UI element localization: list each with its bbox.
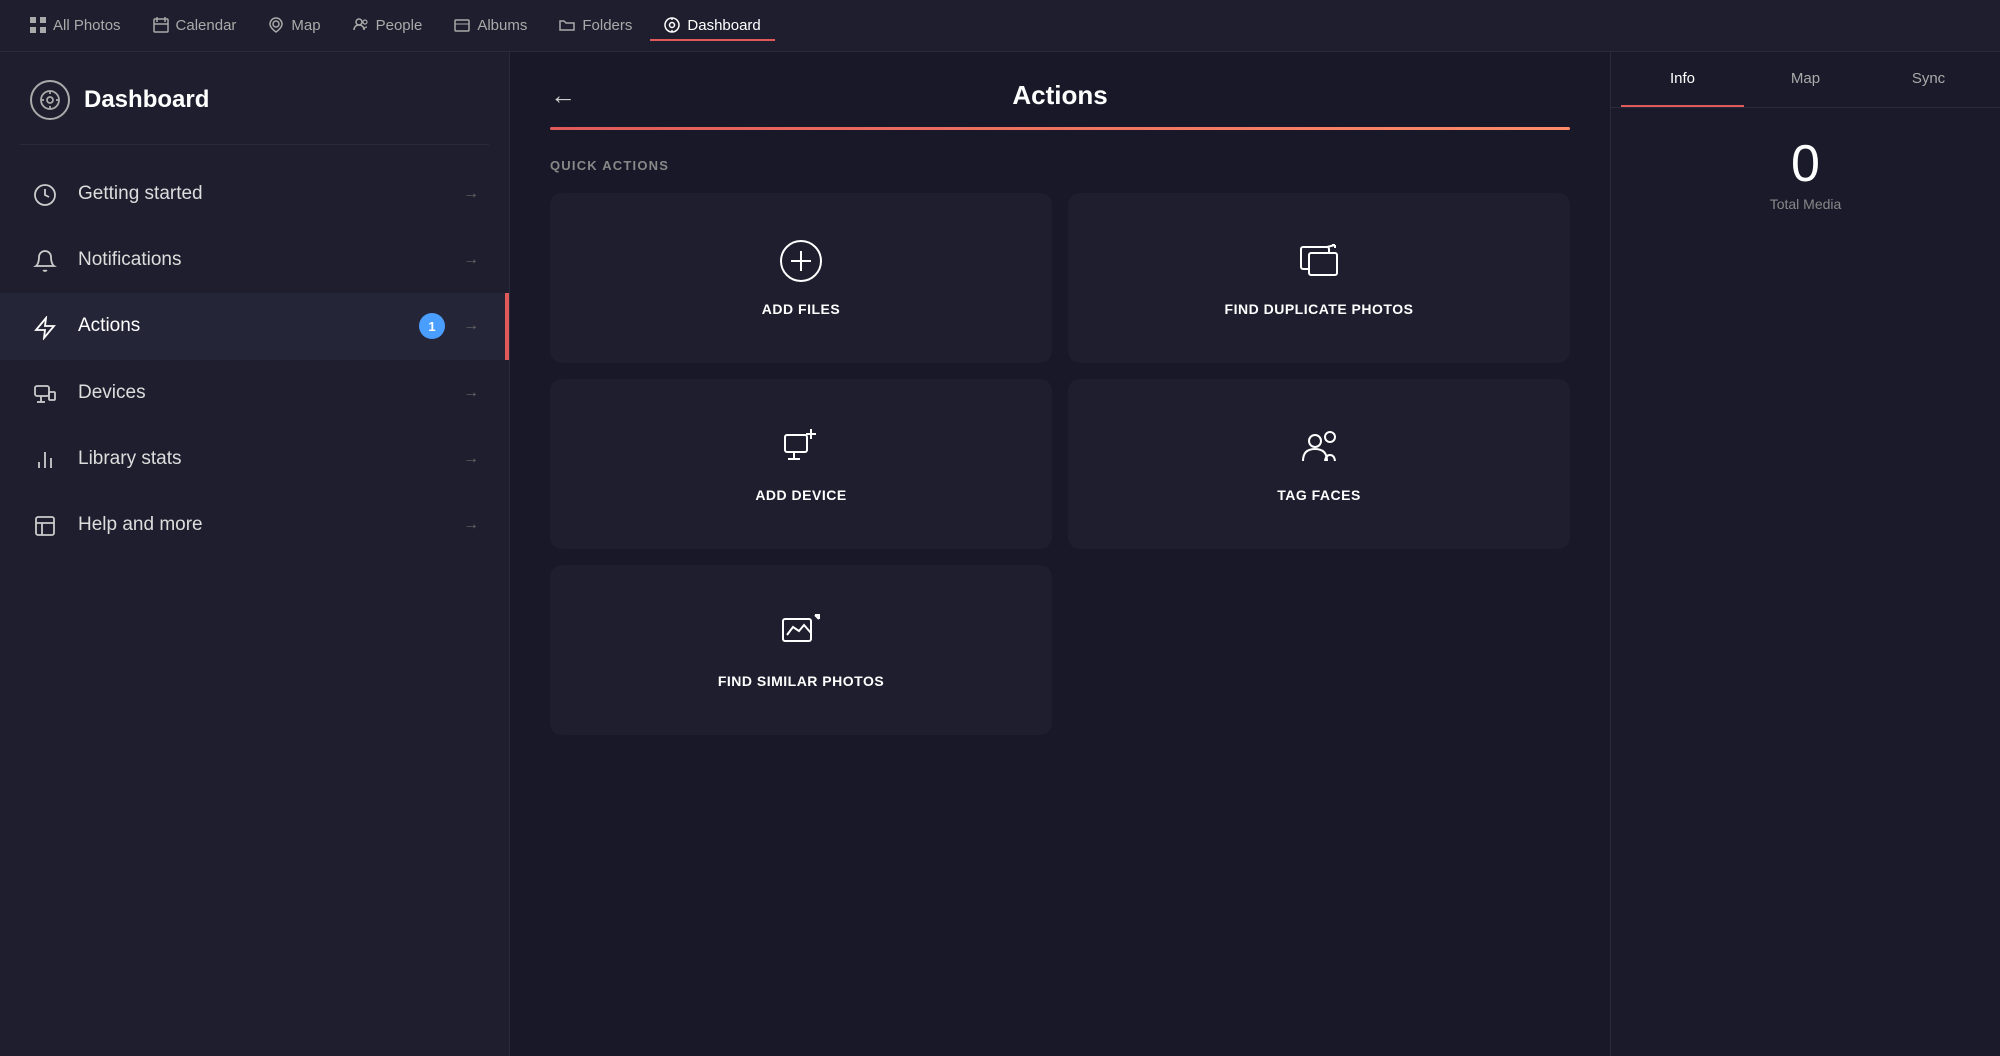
right-panel-tabs: Info Map Sync — [1611, 52, 2000, 108]
right-panel-content: 0 Total Media — [1611, 108, 2000, 242]
action-card-add-files[interactable]: ADD FILES — [550, 193, 1052, 363]
total-media-label: Total Media — [1770, 196, 1842, 212]
content-area: ← Actions QUICK ACTIONS ADD FILES — [510, 52, 1610, 1056]
sidebar-item-actions[interactable]: Actions 1 → — [0, 293, 509, 359]
back-button[interactable]: ← — [550, 80, 576, 111]
people-icon — [353, 17, 369, 35]
main-layout: Dashboard Getting started → — [0, 52, 2000, 1056]
action-card-find-similar[interactable]: FIND SIMILAR PHOTOS — [550, 565, 1052, 735]
getting-started-icon — [30, 181, 60, 207]
library-stats-chevron: → — [463, 450, 479, 468]
actions-badge: 1 — [419, 313, 445, 339]
sidebar-item-notifications-label: Notifications — [78, 249, 445, 271]
sidebar-item-notifications[interactable]: Notifications → — [0, 227, 509, 293]
quick-actions-grid: ADD FILES FIND DUPLICATE PHOTOS — [550, 193, 1570, 735]
sidebar-item-getting-started[interactable]: Getting started → — [0, 161, 509, 227]
sidebar-item-devices-label: Devices — [78, 382, 445, 404]
actions-header: ← Actions — [510, 52, 1610, 111]
tab-sync[interactable]: Sync — [1867, 52, 1990, 107]
library-stats-icon — [30, 446, 60, 472]
devices-chevron: → — [463, 384, 479, 402]
sidebar-item-library-stats[interactable]: Library stats → — [0, 426, 509, 492]
albums-icon — [454, 17, 470, 35]
grid-icon — [30, 17, 46, 35]
top-nav: All Photos Calendar Map — [0, 0, 2000, 52]
add-files-icon — [779, 239, 823, 284]
sidebar-item-getting-started-label: Getting started — [78, 183, 445, 205]
sidebar-item-help[interactable]: Help and more → — [0, 492, 509, 558]
tag-faces-icon — [1297, 425, 1341, 470]
sidebar-items: Getting started → Notifications → — [0, 145, 509, 574]
total-media-number: 0 — [1791, 138, 1820, 190]
find-similar-label: FIND SIMILAR PHOTOS — [718, 673, 884, 689]
actions-icon — [30, 313, 60, 339]
nav-albums[interactable]: Albums — [440, 11, 541, 41]
actions-chevron: → — [463, 317, 479, 335]
nav-all-photos[interactable]: All Photos — [16, 11, 135, 41]
help-chevron: → — [463, 516, 479, 534]
nav-folders-label: Folders — [582, 17, 632, 34]
action-card-find-duplicate[interactable]: FIND DUPLICATE PHOTOS — [1068, 193, 1570, 363]
nav-all-photos-label: All Photos — [53, 17, 121, 34]
nav-map-label: Map — [291, 17, 320, 34]
find-duplicate-label: FIND DUPLICATE PHOTOS — [1225, 301, 1414, 317]
nav-albums-label: Albums — [477, 17, 527, 34]
tab-map[interactable]: Map — [1744, 52, 1867, 107]
nav-dashboard-label: Dashboard — [687, 17, 760, 34]
right-panel: Info Map Sync 0 Total Media — [1610, 52, 2000, 1056]
action-card-tag-faces[interactable]: TAG FACES — [1068, 379, 1570, 549]
action-card-add-device[interactable]: ADD DEVICE — [550, 379, 1052, 549]
tab-info[interactable]: Info — [1621, 52, 1744, 107]
calendar-icon — [153, 17, 169, 35]
nav-folders[interactable]: Folders — [545, 11, 646, 41]
nav-people-label: People — [376, 17, 423, 34]
sidebar-item-devices[interactable]: Devices → — [0, 360, 509, 426]
notifications-chevron: → — [463, 251, 479, 269]
quick-actions-section: QUICK ACTIONS ADD FILES — [510, 130, 1610, 1056]
nav-dashboard[interactable]: Dashboard — [650, 11, 774, 41]
actions-title: Actions — [596, 80, 1524, 111]
nav-people[interactable]: People — [339, 11, 437, 41]
map-icon — [268, 17, 284, 35]
add-device-icon — [779, 425, 823, 470]
nav-calendar-label: Calendar — [176, 17, 237, 34]
nav-calendar[interactable]: Calendar — [139, 11, 251, 41]
find-duplicate-icon — [1297, 239, 1341, 284]
notifications-icon — [30, 247, 60, 273]
folders-icon — [559, 17, 575, 35]
quick-actions-label: QUICK ACTIONS — [550, 158, 1570, 173]
sidebar-header: Dashboard — [0, 52, 509, 144]
add-device-label: ADD DEVICE — [755, 487, 846, 503]
nav-map[interactable]: Map — [254, 11, 334, 41]
tag-faces-label: TAG FACES — [1277, 487, 1361, 503]
find-similar-icon — [779, 611, 823, 656]
getting-started-chevron: → — [463, 185, 479, 203]
devices-icon — [30, 380, 60, 406]
help-icon — [30, 512, 60, 538]
dashboard-header-icon — [30, 80, 70, 120]
sidebar-item-actions-label: Actions — [78, 315, 401, 337]
add-files-label: ADD FILES — [762, 301, 840, 317]
dashboard-icon — [664, 17, 680, 35]
sidebar-title: Dashboard — [84, 86, 209, 114]
sidebar-item-help-label: Help and more — [78, 514, 445, 536]
sidebar-item-library-stats-label: Library stats — [78, 448, 445, 470]
sidebar: Dashboard Getting started → — [0, 52, 510, 1056]
